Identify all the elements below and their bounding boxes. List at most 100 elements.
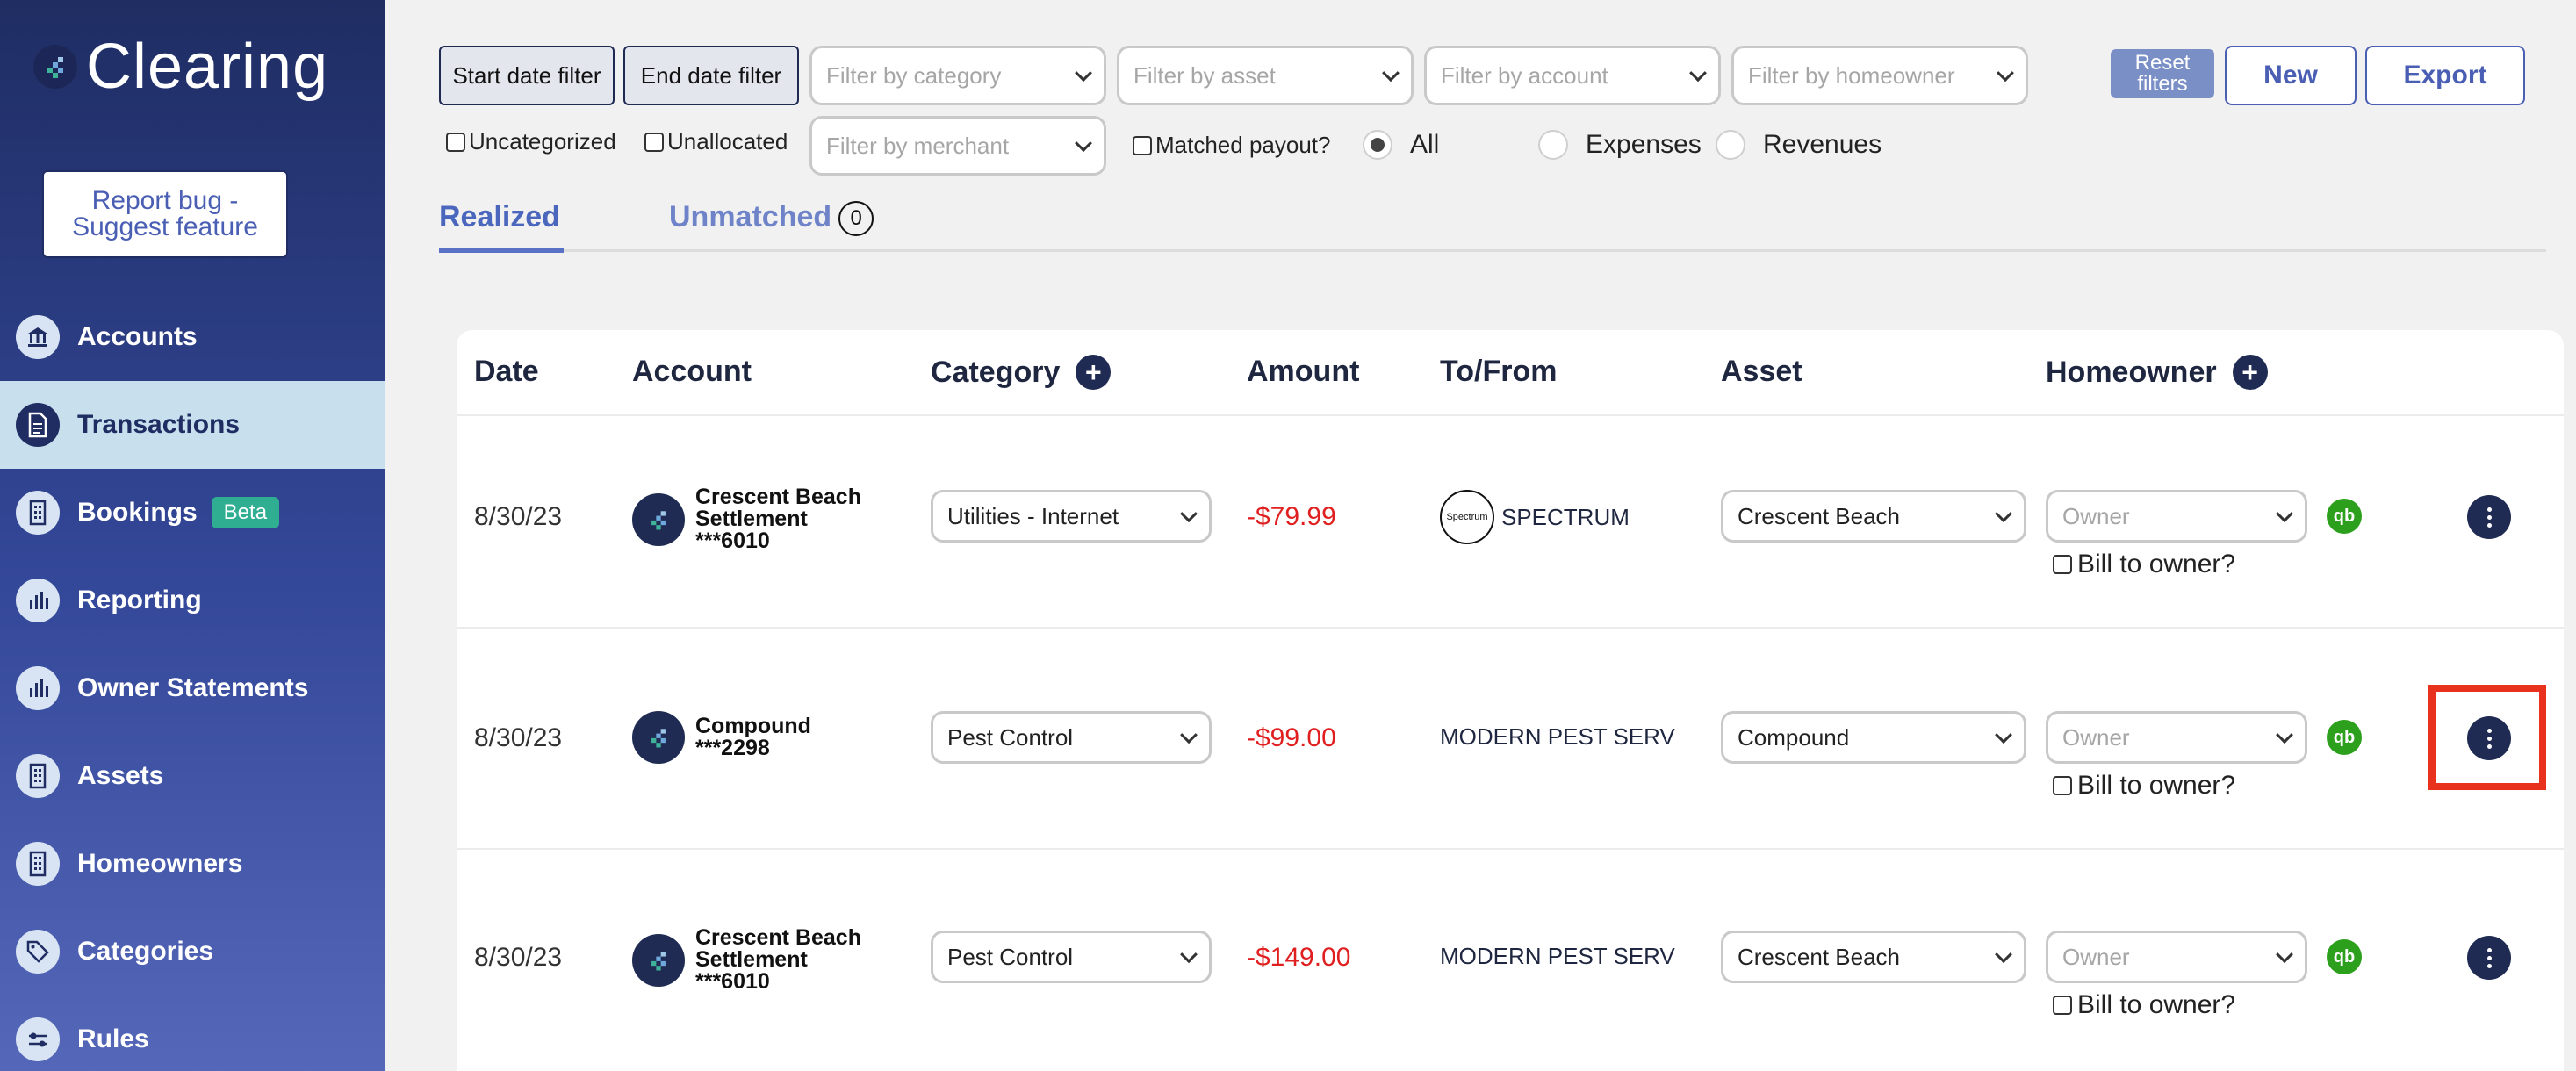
chevron-down-icon: [2276, 726, 2293, 744]
unallocated-label: Unallocated: [667, 128, 788, 155]
radio-expenses[interactable]: Expenses: [1538, 130, 1702, 160]
checkbox-box[interactable]: [2053, 555, 2072, 574]
sidebar-item-label: Reporting: [77, 586, 202, 615]
radio-unselected-icon[interactable]: [1716, 130, 1745, 160]
checkbox-box[interactable]: [1133, 135, 1152, 155]
quickbooks-icon[interactable]: qb: [2327, 720, 2362, 755]
sidebar-item-owner-statements[interactable]: Owner Statements: [0, 644, 385, 732]
logo-icon: [33, 45, 77, 89]
chevron-down-icon: [1997, 64, 2014, 83]
export-button[interactable]: Export: [2365, 46, 2525, 105]
tofrom-label: MODERN PEST SERV: [1440, 723, 1675, 750]
category-value: Utilities - Internet: [947, 502, 1119, 529]
app-logo[interactable]: Clearing: [33, 35, 328, 98]
homeowner-filter-placeholder: Filter by homeowner: [1748, 61, 1955, 89]
new-button[interactable]: New: [2225, 46, 2357, 105]
category-select[interactable]: Utilities - Internet: [931, 490, 1212, 543]
radio-all[interactable]: All: [1363, 130, 1439, 160]
category-select[interactable]: Pest Control: [931, 711, 1212, 764]
checkbox-box[interactable]: [644, 132, 664, 152]
checkbox-box[interactable]: [446, 132, 465, 152]
bill-to-owner-checkbox[interactable]: Bill to owner?: [2053, 550, 2235, 579]
asset-select[interactable]: Crescent Beach: [1721, 931, 2026, 983]
asset-select[interactable]: Compound: [1721, 711, 2026, 764]
column-header-asset[interactable]: Asset: [1721, 355, 1802, 389]
sidebar-item-reporting[interactable]: Reporting: [0, 557, 385, 644]
reset-filters-button[interactable]: Reset filters: [2111, 49, 2214, 98]
checkbox-box[interactable]: [2053, 996, 2072, 1015]
sidebar-item-homeowners[interactable]: Homeowners: [0, 820, 385, 908]
app-name: Clearing: [86, 32, 329, 102]
bill-to-owner-label: Bill to owner?: [2077, 550, 2236, 579]
column-header-account[interactable]: Account: [632, 355, 752, 389]
building-icon: [16, 754, 60, 798]
row-tofrom: Spectrum SPECTRUM: [1440, 490, 1630, 544]
sidebar-item-categories[interactable]: Categories: [0, 908, 385, 996]
table-row[interactable]: 8/30/23 Crescent Beach Settlement ***601…: [457, 850, 2564, 1069]
row-date: 8/30/23: [474, 943, 563, 972]
more-options-icon[interactable]: [2467, 936, 2511, 980]
chevron-down-icon: [1382, 64, 1400, 83]
category-select[interactable]: Pest Control: [931, 931, 1212, 983]
add-category-icon[interactable]: +: [1076, 355, 1112, 390]
sidebar-item-rules[interactable]: Rules: [0, 996, 385, 1071]
radio-revenues-label: Revenues: [1763, 130, 1882, 159]
table-row[interactable]: 8/30/23 Compound ***2298 Pest Control -$…: [457, 629, 2564, 848]
row-tofrom: MODERN PEST SERV: [1440, 723, 1675, 751]
chevron-down-icon: [1995, 726, 2012, 744]
category-value: Pest Control: [947, 723, 1074, 751]
radio-revenues[interactable]: Revenues: [1716, 130, 1882, 160]
sidebar-item-transactions[interactable]: Transactions: [0, 381, 385, 469]
chevron-down-icon: [2276, 505, 2293, 523]
sidebar-item-label: Transactions: [77, 410, 241, 439]
account-logo-icon: [632, 711, 685, 764]
tab-unmatched[interactable]: Unmatched 0: [669, 200, 874, 237]
bill-to-owner-checkbox[interactable]: Bill to owner?: [2053, 990, 2235, 1020]
asset-filter-select[interactable]: Filter by asset: [1117, 46, 1414, 105]
highlight-box: [2428, 685, 2546, 790]
account-filter-select[interactable]: Filter by account: [1424, 46, 1721, 105]
sidebar-item-bookings[interactable]: Bookings Beta: [0, 469, 385, 557]
radio-selected-icon[interactable]: [1363, 130, 1392, 160]
row-account: Crescent Beach Settlement ***6010: [632, 927, 861, 993]
checkbox-box[interactable]: [2053, 776, 2072, 795]
column-header-homeowner[interactable]: Homeowner +: [2046, 355, 2268, 390]
owner-select[interactable]: Owner: [2046, 931, 2307, 983]
asset-filter-placeholder: Filter by asset: [1133, 61, 1276, 89]
report-bug-button[interactable]: Report bug - Suggest feature: [42, 170, 288, 258]
account-number: ***6010: [695, 528, 770, 553]
sidebar-item-label: Homeowners: [77, 849, 243, 878]
asset-select[interactable]: Crescent Beach: [1721, 490, 2026, 543]
owner-select[interactable]: Owner: [2046, 711, 2307, 764]
bill-to-owner-checkbox[interactable]: Bill to owner?: [2053, 771, 2235, 801]
sidebar-item-accounts[interactable]: Accounts: [0, 293, 385, 381]
merchant-filter-select[interactable]: Filter by merchant: [809, 116, 1106, 176]
unallocated-checkbox[interactable]: Unallocated: [644, 128, 788, 155]
account-number: ***2298: [695, 736, 770, 760]
quickbooks-icon[interactable]: qb: [2327, 939, 2362, 974]
sidebar-item-label: Owner Statements: [77, 673, 309, 702]
quickbooks-icon[interactable]: qb: [2327, 499, 2362, 534]
column-header-tofrom[interactable]: To/From: [1440, 355, 1557, 389]
uncategorized-checkbox[interactable]: Uncategorized: [446, 128, 616, 155]
table-row[interactable]: 8/30/23 Crescent Beach Settlement ***601…: [457, 416, 2564, 636]
homeowner-filter-select[interactable]: Filter by homeowner: [1731, 46, 2028, 105]
building-icon: [16, 842, 60, 886]
column-header-date[interactable]: Date: [474, 355, 539, 389]
start-date-filter-button[interactable]: Start date filter: [439, 46, 615, 105]
end-date-filter-button[interactable]: End date filter: [623, 46, 799, 105]
column-header-category[interactable]: Category +: [931, 355, 1112, 390]
add-homeowner-icon[interactable]: +: [2232, 355, 2268, 390]
chevron-down-icon: [1075, 64, 1092, 83]
radio-unselected-icon[interactable]: [1538, 130, 1568, 160]
account-name-line: Crescent Beach: [695, 485, 861, 509]
matched-payout-checkbox[interactable]: Matched payout?: [1133, 132, 1330, 159]
column-header-amount[interactable]: Amount: [1247, 355, 1359, 389]
category-filter-select[interactable]: Filter by category: [809, 46, 1106, 105]
sidebar-item-assets[interactable]: Assets: [0, 732, 385, 820]
more-options-icon[interactable]: [2467, 495, 2511, 539]
owner-select[interactable]: Owner: [2046, 490, 2307, 543]
column-header-homeowner-label: Homeowner: [2046, 355, 2217, 389]
tab-realized[interactable]: Realized: [439, 200, 560, 234]
radio-all-label: All: [1410, 130, 1440, 159]
